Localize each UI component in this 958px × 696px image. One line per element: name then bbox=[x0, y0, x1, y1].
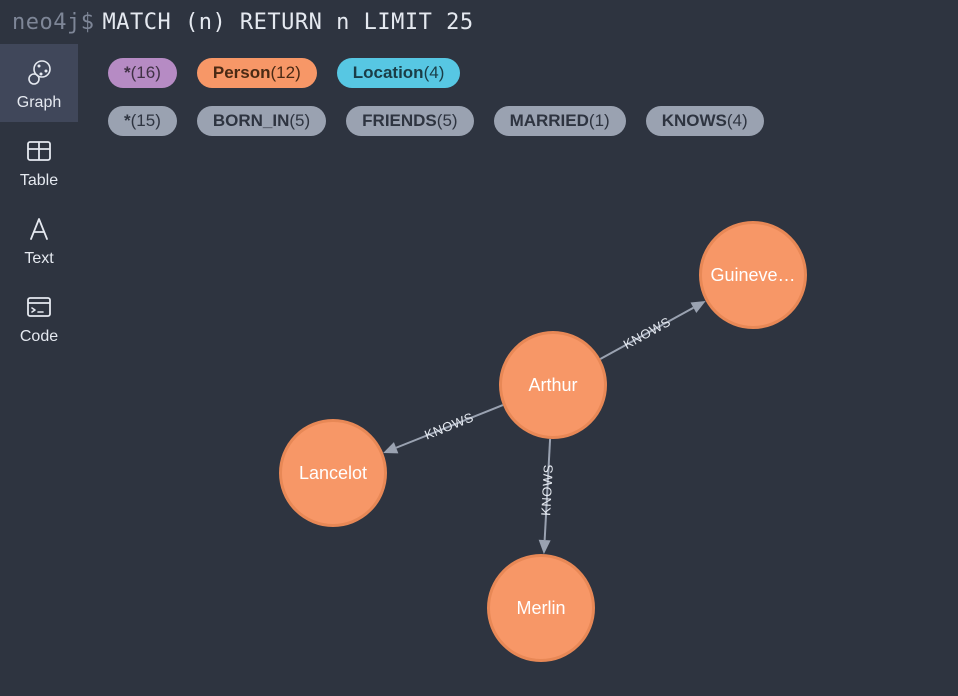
pill-name: * bbox=[124, 111, 131, 131]
graph-node-guinevere[interactable]: Guineve… bbox=[699, 221, 807, 329]
sidebar-item-table[interactable]: Table bbox=[0, 122, 78, 200]
code-icon bbox=[24, 292, 54, 322]
pill-count: (4) bbox=[424, 63, 445, 83]
sidebar-item-text[interactable]: Text bbox=[0, 200, 78, 278]
pill-name: BORN_IN bbox=[213, 111, 290, 131]
text-icon bbox=[24, 214, 54, 244]
pill-count: (15) bbox=[131, 111, 161, 131]
pill-count: (16) bbox=[131, 63, 161, 83]
prompt-dollar: $ bbox=[81, 10, 95, 35]
rel-type-row: *(15) BORN_IN(5) FRIENDS(5) MARRIED(1) K… bbox=[108, 106, 958, 136]
sidebar-item-label: Graph bbox=[17, 94, 61, 112]
node-label-pill-person[interactable]: Person(12) bbox=[197, 58, 317, 88]
sidebar-item-label: Code bbox=[20, 328, 58, 346]
pill-name: Location bbox=[353, 63, 424, 83]
overview-pills: *(16) Person(12) Location(4) *(15) BORN_… bbox=[78, 44, 958, 150]
sidebar-item-label: Text bbox=[24, 250, 53, 268]
query-text: MATCH (n) RETURN n LIMIT 25 bbox=[102, 10, 473, 35]
node-label-row: *(16) Person(12) Location(4) bbox=[108, 58, 958, 88]
graph-canvas[interactable]: KNOWSKNOWSKNOWSArthurGuineve…LancelotMer… bbox=[78, 150, 958, 670]
graph-node-arthur[interactable]: Arthur bbox=[499, 331, 607, 439]
pill-name: * bbox=[124, 63, 131, 83]
pill-name: FRIENDS bbox=[362, 111, 437, 131]
sidebar-item-graph[interactable]: Graph bbox=[0, 44, 78, 122]
pill-count: (5) bbox=[437, 111, 458, 131]
graph-node-merlin[interactable]: Merlin bbox=[487, 554, 595, 662]
pill-count: (5) bbox=[289, 111, 310, 131]
rel-type-pill-all[interactable]: *(15) bbox=[108, 106, 177, 136]
sidebar-item-code[interactable]: Code bbox=[0, 278, 78, 356]
pill-count: (4) bbox=[727, 111, 748, 131]
pill-name: MARRIED bbox=[510, 111, 589, 131]
pill-count: (1) bbox=[589, 111, 610, 131]
node-label-pill-all[interactable]: *(16) bbox=[108, 58, 177, 88]
table-icon bbox=[24, 136, 54, 166]
rel-type-pill-born-in[interactable]: BORN_IN(5) bbox=[197, 106, 326, 136]
graph-icon bbox=[24, 58, 54, 88]
pill-name: Person bbox=[213, 63, 271, 83]
rel-type-pill-knows[interactable]: KNOWS(4) bbox=[646, 106, 764, 136]
main-panel: *(16) Person(12) Location(4) *(15) BORN_… bbox=[78, 44, 958, 696]
sidebar-item-label: Table bbox=[20, 172, 58, 190]
query-bar[interactable]: neo4j$ MATCH (n) RETURN n LIMIT 25 bbox=[0, 0, 958, 44]
graph-node-lancelot[interactable]: Lancelot bbox=[279, 419, 387, 527]
node-label-pill-location[interactable]: Location(4) bbox=[337, 58, 461, 88]
pill-name: KNOWS bbox=[662, 111, 727, 131]
prompt-prefix: neo4j bbox=[12, 10, 81, 35]
view-sidebar: Graph Table Text bbox=[0, 44, 78, 696]
rel-type-pill-friends[interactable]: FRIENDS(5) bbox=[346, 106, 473, 136]
rel-type-pill-married[interactable]: MARRIED(1) bbox=[494, 106, 626, 136]
pill-count: (12) bbox=[271, 63, 301, 83]
